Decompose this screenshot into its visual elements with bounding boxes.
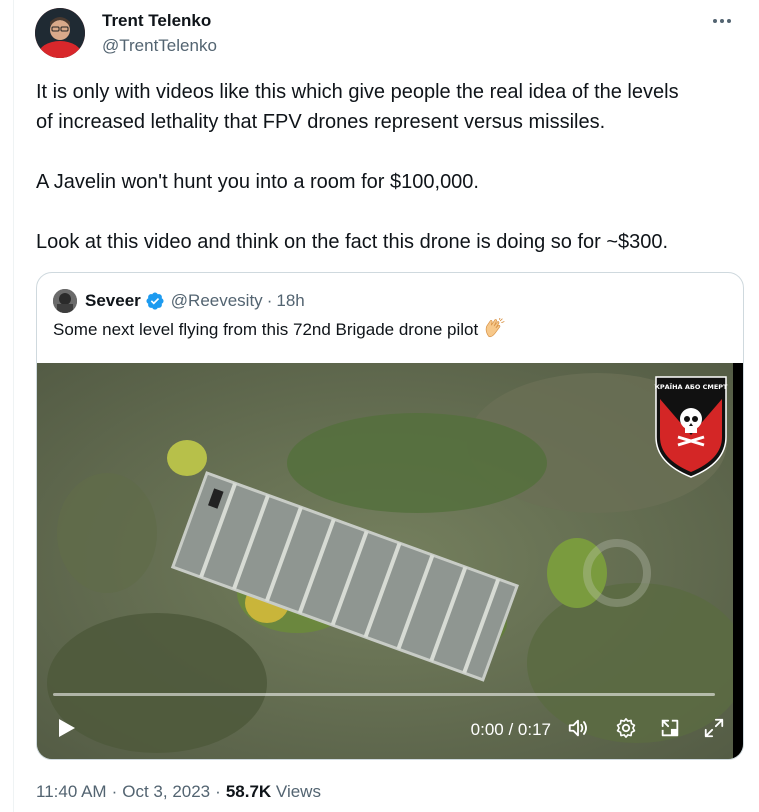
tweet-line: It is only with videos like this which g… [36,81,679,103]
video-edge [733,363,743,759]
video-frame [37,363,733,759]
quoted-handle[interactable]: @Reevesity [171,291,263,311]
video-progress-bar[interactable] [53,693,715,696]
quoted-avatar[interactable] [53,289,77,313]
tweet-meta: 11:40 AM · Oct 3, 2023 · 58.7K Views [36,782,321,802]
meta-separator: · [215,782,221,801]
more-options-icon[interactable] [711,10,733,32]
settings-gear-icon[interactable] [615,717,637,739]
volume-icon[interactable] [567,717,589,739]
quoted-text-content: Some next level flying from this 72nd Br… [53,320,479,339]
fullscreen-icon[interactable] [703,717,725,739]
tweet-line: of increased lethality that FPV drones r… [36,111,606,133]
tweet-time[interactable]: 11:40 AM [36,782,107,801]
verified-badge-icon [146,292,164,310]
tweet-text: It is only with videos like this which g… [36,77,751,287]
svg-text:УКРАЇНА АБО СМЕРТЬ: УКРАЇНА АБО СМЕРТЬ [654,382,728,391]
play-icon[interactable] [55,717,77,739]
picture-in-picture-icon[interactable] [659,717,681,739]
views-label: Views [275,782,321,801]
tweet-date[interactable]: Oct 3, 2023 [122,782,210,801]
author-name[interactable]: Trent Telenko [102,11,211,31]
brigade-shield-logo: УКРАЇНА АБО СМЕРТЬ [654,376,728,478]
video-player[interactable]: УКРАЇНА АБО СМЕРТЬ 0:00 / 0:17 [37,363,743,759]
video-controls: 0:00 / 0:17 [37,703,733,751]
tweet-line: A Javelin won't hunt you into a room for… [36,171,479,193]
video-time-label: 0:00 / 0:17 [470,720,551,739]
clapping-hands-icon [485,318,505,338]
tweet-line: Look at this video and think on the fact… [36,231,669,253]
quoted-text: Some next level flying from this 72nd Br… [53,318,505,340]
timeline-divider [13,0,14,812]
quoted-time[interactable]: 18h [276,291,304,311]
views-count: 58.7K [225,782,272,801]
author-avatar[interactable] [35,8,85,58]
author-handle[interactable]: @TrentTelenko [102,36,217,56]
quoted-separator: · [266,291,273,310]
quoted-header: Seveer @Reevesity · 18h [53,288,305,314]
tweet-header: Trent Telenko @TrentTelenko [35,8,749,60]
quoted-tweet[interactable]: Seveer @Reevesity · 18h Some next level … [36,272,744,760]
quoted-name[interactable]: Seveer [85,291,141,311]
meta-separator: · [111,782,118,801]
